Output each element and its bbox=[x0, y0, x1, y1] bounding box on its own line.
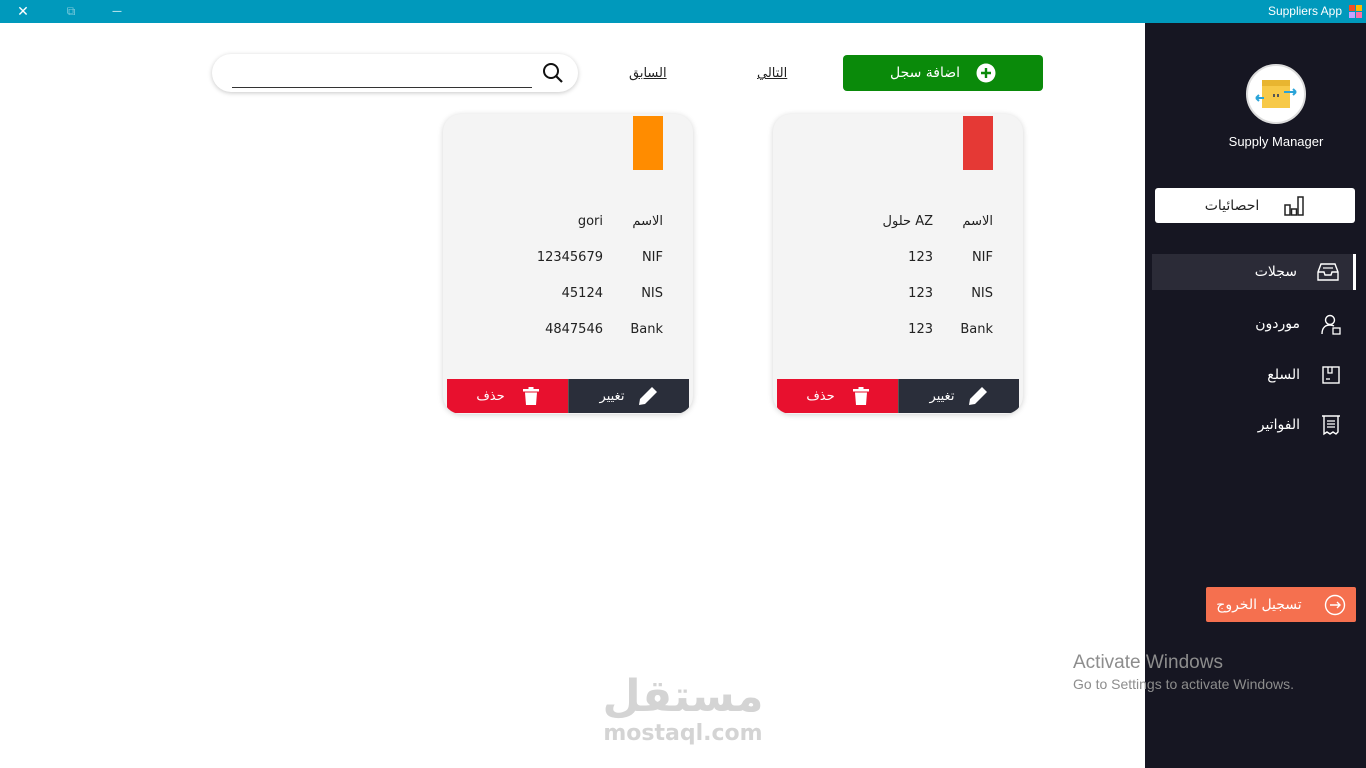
delete-button[interactable]: حذف bbox=[777, 379, 898, 413]
box-icon bbox=[1320, 364, 1342, 386]
next-link[interactable]: التالي bbox=[757, 66, 787, 81]
receipt-icon bbox=[1320, 414, 1342, 436]
sidebar-item-goods[interactable]: السلع bbox=[1152, 357, 1356, 393]
row-label: Bank bbox=[960, 322, 993, 337]
logout-label: تسجيل الخروج bbox=[1216, 596, 1302, 613]
card-color-tag bbox=[963, 116, 993, 170]
search-input[interactable] bbox=[232, 62, 532, 88]
row-value: 123 bbox=[908, 286, 933, 301]
row-value: 123 bbox=[908, 250, 933, 265]
edit-label: تغيير bbox=[929, 388, 955, 404]
row-label: الاسم bbox=[962, 214, 993, 229]
add-record-label: اضافة سجل bbox=[889, 65, 961, 81]
sidebar-item-label: سجلات bbox=[1254, 264, 1297, 280]
edit-button[interactable]: تغيير bbox=[898, 379, 1019, 413]
record-card: الاسم gori NIF 12345679 NIS 45124 Bank 4… bbox=[443, 114, 693, 414]
row-value: gori bbox=[577, 214, 603, 229]
logout-button[interactable]: تسجيل الخروج bbox=[1206, 587, 1356, 622]
window-title: Suppliers App bbox=[1267, 4, 1342, 18]
plus-circle-icon bbox=[976, 63, 996, 83]
search-icon[interactable] bbox=[542, 62, 564, 84]
close-window-button[interactable]: ✕ bbox=[0, 0, 46, 23]
app-icon bbox=[1349, 5, 1362, 18]
record-card: الاسم حلول AZ NIF 123 NIS 123 Bank 123 ح… bbox=[773, 114, 1023, 414]
row-label: NIS bbox=[971, 286, 993, 301]
mostaql-watermark: مستقل mostaql.com bbox=[596, 672, 770, 746]
mostaql-arabic: مستقل bbox=[602, 671, 764, 722]
stats-label: احصائيات bbox=[1204, 197, 1260, 214]
row-label: NIF bbox=[971, 250, 993, 265]
inbox-icon bbox=[1317, 261, 1339, 283]
sidebar-item-records[interactable]: سجلات bbox=[1152, 254, 1356, 290]
restore-icon: ⧉ bbox=[66, 4, 76, 18]
user-icon bbox=[1320, 313, 1342, 335]
edit-label: تغيير bbox=[599, 388, 625, 404]
mostaql-domain: mostaql.com bbox=[603, 721, 763, 746]
sidebar-item-label: موردون bbox=[1255, 316, 1300, 332]
edit-button[interactable]: تغيير bbox=[568, 379, 689, 413]
minimize-icon: — bbox=[112, 6, 122, 17]
search-box bbox=[212, 54, 578, 92]
pencil-icon bbox=[639, 387, 658, 405]
row-value: 45124 bbox=[561, 286, 603, 301]
delete-label: حذف bbox=[476, 388, 505, 404]
row-label: NIF bbox=[641, 250, 663, 265]
card-actions: حذف تغيير bbox=[447, 379, 689, 413]
activate-windows-watermark: Activate Windows Go to Settings to activ… bbox=[1073, 652, 1294, 692]
row-value: 4847546 bbox=[545, 322, 603, 337]
row-label: Bank bbox=[630, 322, 663, 337]
delete-label: حذف bbox=[806, 388, 835, 404]
previous-link[interactable]: السابق bbox=[629, 66, 667, 81]
row-label: NIS bbox=[641, 286, 663, 301]
row-value: 12345679 bbox=[536, 250, 603, 265]
add-record-button[interactable]: اضافة سجل bbox=[843, 55, 1043, 91]
card-actions: حذف تغيير bbox=[777, 379, 1019, 413]
delete-button[interactable]: حذف bbox=[447, 379, 568, 413]
pencil-icon bbox=[969, 387, 988, 405]
sidebar-item-label: الفواتير bbox=[1257, 417, 1300, 433]
sidebar-item-invoices[interactable]: الفواتير bbox=[1152, 407, 1356, 443]
bar-chart-icon bbox=[1284, 195, 1305, 216]
activate-title: Activate Windows bbox=[1073, 652, 1223, 673]
trash-icon bbox=[852, 387, 869, 405]
logout-icon bbox=[1324, 594, 1345, 615]
title-bar: ✕ ⧉ — Suppliers App bbox=[0, 0, 1366, 23]
activate-subtitle: Go to Settings to activate Windows. bbox=[1073, 676, 1294, 692]
restore-window-button[interactable]: ⧉ bbox=[48, 0, 94, 23]
brand-name: Supply Manager bbox=[1228, 134, 1324, 149]
sidebar-item-label: السلع bbox=[1267, 367, 1300, 383]
box-logo-icon bbox=[1255, 80, 1297, 108]
minimize-window-button[interactable]: — bbox=[94, 0, 140, 23]
stats-button[interactable]: احصائيات bbox=[1155, 188, 1355, 223]
avatar bbox=[1246, 64, 1306, 124]
card-color-tag bbox=[633, 116, 663, 170]
trash-icon bbox=[522, 387, 539, 405]
row-label: الاسم bbox=[632, 214, 663, 229]
close-icon: ✕ bbox=[17, 3, 29, 20]
row-value: 123 bbox=[908, 322, 933, 337]
sidebar-item-suppliers[interactable]: موردون bbox=[1152, 306, 1356, 342]
row-value: حلول AZ bbox=[882, 214, 933, 229]
